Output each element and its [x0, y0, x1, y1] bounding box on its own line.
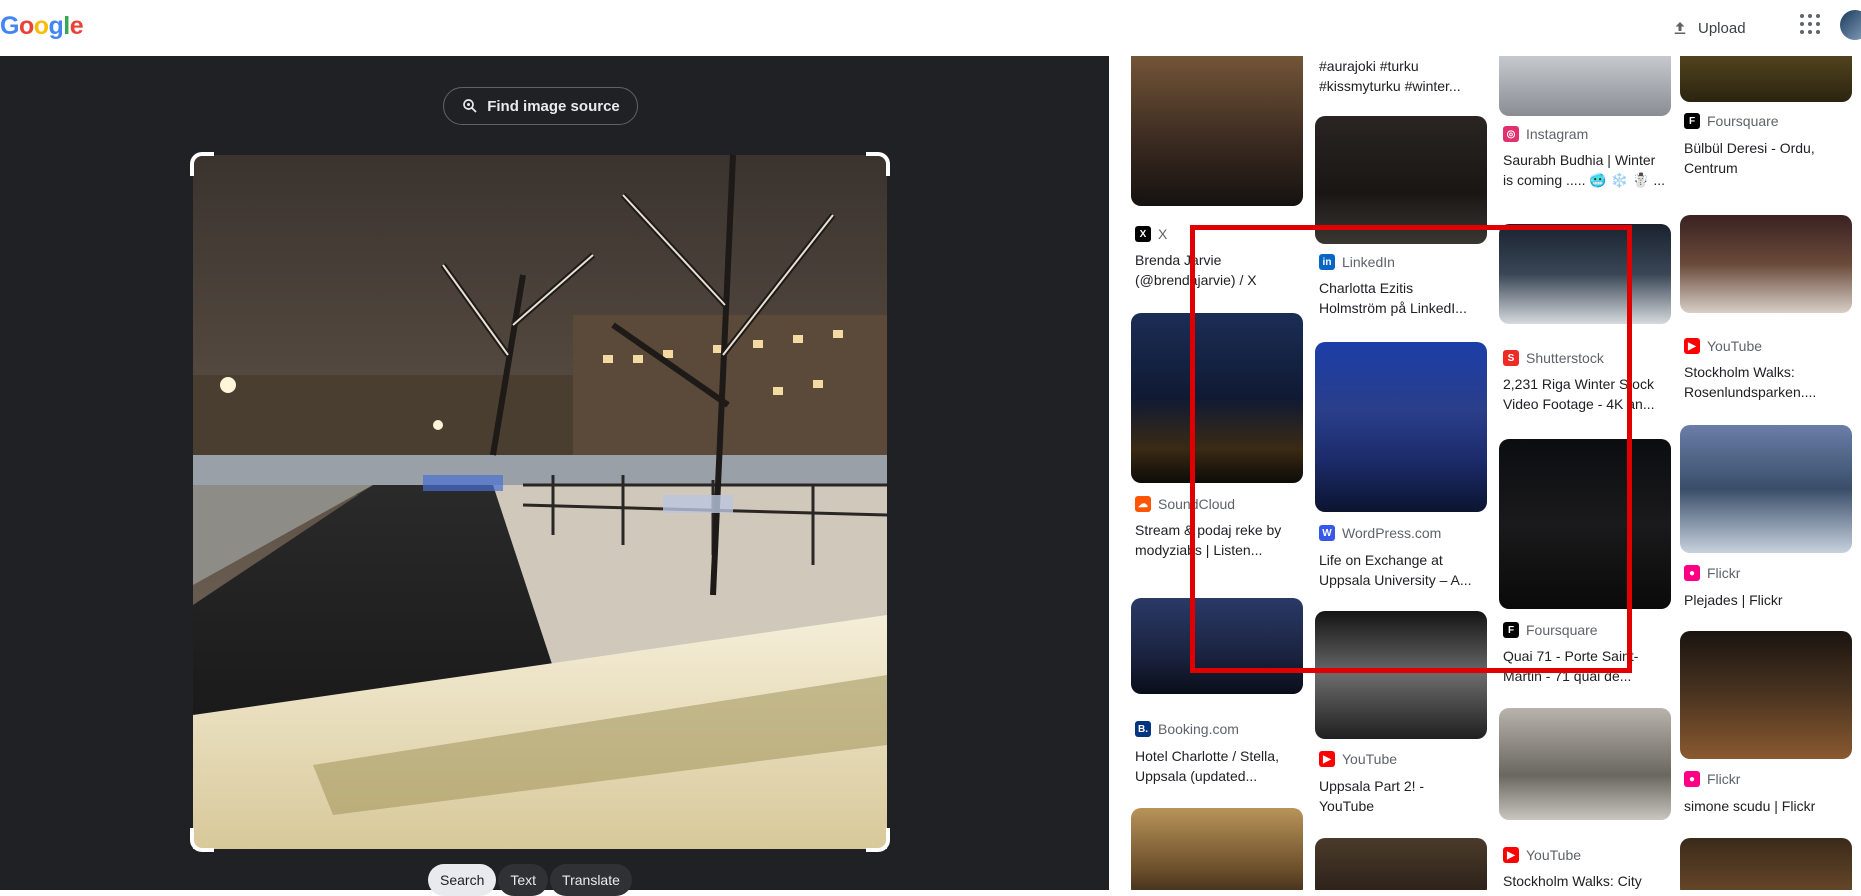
foursquare-icon: F: [1684, 113, 1700, 129]
result-title[interactable]: Saurabh Budhia | Winter is coming ..... 🥶…: [1503, 150, 1675, 190]
result-thumbnail[interactable]: [1131, 313, 1303, 483]
crop-handle-bottom-right[interactable]: [866, 828, 890, 852]
linkedin-icon: in: [1319, 254, 1335, 270]
result-source[interactable]: F Foursquare: [1684, 113, 1779, 129]
x-icon: X: [1135, 226, 1151, 242]
result-source[interactable]: ▶ YouTube: [1684, 338, 1762, 354]
result-source[interactable]: W WordPress.com: [1319, 525, 1441, 541]
instagram-icon: ◎: [1503, 126, 1519, 142]
find-image-source-button[interactable]: Find image source: [443, 87, 638, 125]
result-title[interactable]: 2,231 Riga Winter Stock Video Footage - 4…: [1503, 374, 1675, 414]
result-thumbnail[interactable]: [1131, 56, 1303, 206]
result-source[interactable]: ◎ Instagram: [1503, 126, 1588, 142]
result-thumbnail[interactable]: [1131, 598, 1303, 694]
upload-icon: [1674, 22, 1686, 34]
query-image: [193, 155, 887, 849]
result-source[interactable]: ● Flickr: [1684, 771, 1740, 787]
result-source[interactable]: S Shutterstock: [1503, 350, 1604, 366]
find-image-source-label: Find image source: [487, 97, 620, 115]
result-title[interactable]: Charlotta Ezitis Holmström på LinkedI...: [1319, 278, 1491, 318]
result-source[interactable]: F Foursquare: [1503, 622, 1598, 638]
result-title[interactable]: Hotel Charlotte / Stella, Uppsala (update…: [1135, 746, 1307, 786]
result-title[interactable]: Stream & podaj reke by modyziabs | Listen…: [1135, 520, 1307, 560]
result-title[interactable]: Brenda Jarvie (@brendajarvie) / X: [1135, 250, 1307, 290]
result-title[interactable]: simone scudu | Flickr: [1684, 796, 1856, 816]
wordpress-icon: W: [1319, 525, 1335, 541]
result-title[interactable]: Plejades | Flickr: [1684, 590, 1856, 610]
result-source[interactable]: ▶ YouTube: [1503, 847, 1581, 863]
result-thumbnail[interactable]: [1499, 224, 1671, 324]
crop-handle-top-right[interactable]: [866, 152, 890, 176]
image-viewer-pane: Find image source Search Text Translate: [0, 56, 1109, 896]
tab-translate[interactable]: Translate: [550, 864, 632, 896]
shutterstock-icon: S: [1503, 350, 1519, 366]
result-thumbnail[interactable]: [1680, 215, 1852, 313]
foursquare-icon: F: [1503, 622, 1519, 638]
google-logo[interactable]: Google: [0, 12, 84, 41]
crop-handle-bottom-left[interactable]: [190, 828, 214, 852]
result-thumbnail[interactable]: [1499, 708, 1671, 820]
result-thumbnail[interactable]: [1499, 56, 1671, 116]
result-thumbnail[interactable]: [1315, 611, 1487, 739]
crop-area[interactable]: [190, 152, 890, 852]
flickr-icon: ●: [1684, 771, 1700, 787]
result-thumbnail[interactable]: [1131, 808, 1303, 890]
soundcloud-icon: ☁: [1135, 496, 1151, 512]
youtube-icon: ▶: [1684, 338, 1700, 354]
result-title[interactable]: Stockholm Walks: City: [1503, 871, 1675, 890]
result-source[interactable]: ▶ YouTube: [1319, 751, 1397, 767]
result-title[interactable]: Bülbül Deresi - Ordu, Centrum: [1684, 138, 1856, 178]
result-source[interactable]: ● Flickr: [1684, 565, 1740, 581]
result-source[interactable]: in LinkedIn: [1319, 254, 1395, 270]
result-thumbnail[interactable]: [1315, 116, 1487, 244]
tab-search[interactable]: Search: [428, 864, 497, 896]
booking-icon: B.: [1135, 721, 1151, 737]
result-source[interactable]: XX: [1135, 226, 1167, 242]
flickr-icon: ●: [1684, 565, 1700, 581]
lens-search-icon: [463, 99, 477, 113]
mode-tabs: Search Text Translate: [428, 864, 632, 896]
result-thumbnail[interactable]: [1680, 425, 1852, 553]
result-thumbnail[interactable]: [1499, 439, 1671, 609]
youtube-icon: ▶: [1503, 847, 1519, 863]
crop-handle-top-left[interactable]: [190, 152, 214, 176]
upload-button[interactable]: Upload: [1671, 12, 1746, 44]
result-thumbnail[interactable]: [1315, 838, 1487, 890]
result-title[interactable]: Stockholm Walks: Rosenlundsparken....: [1684, 362, 1856, 402]
result-source[interactable]: B. Booking.com: [1135, 721, 1239, 737]
tab-text[interactable]: Text: [498, 864, 549, 896]
avatar[interactable]: [1840, 10, 1861, 40]
visual-matches-grid: XX Brenda Jarvie (@brendajarvie) / X ☁ Sou…: [1109, 56, 1861, 890]
result-thumbnail[interactable]: [1680, 56, 1852, 102]
result-title[interactable]: Quai 71 - Porte Saint- Martin - 71 quai d…: [1503, 646, 1675, 686]
result-source[interactable]: ☁ SoundCloud: [1135, 496, 1235, 512]
apps-grid-icon[interactable]: [1798, 12, 1822, 36]
result-title[interactable]: Uppsala Part 2! - YouTube: [1319, 776, 1491, 816]
result-thumbnail[interactable]: [1680, 838, 1852, 890]
result-thumbnail[interactable]: [1680, 631, 1852, 759]
result-title[interactable]: Life on Exchange at Uppsala University – …: [1319, 550, 1491, 590]
upload-label: Upload: [1698, 19, 1746, 37]
youtube-icon: ▶: [1319, 751, 1335, 767]
result-title[interactable]: #aurajoki #turku #kissmyturku #winter...: [1319, 56, 1491, 96]
result-thumbnail[interactable]: [1315, 342, 1487, 512]
top-bar: Google Upload: [0, 0, 1861, 56]
